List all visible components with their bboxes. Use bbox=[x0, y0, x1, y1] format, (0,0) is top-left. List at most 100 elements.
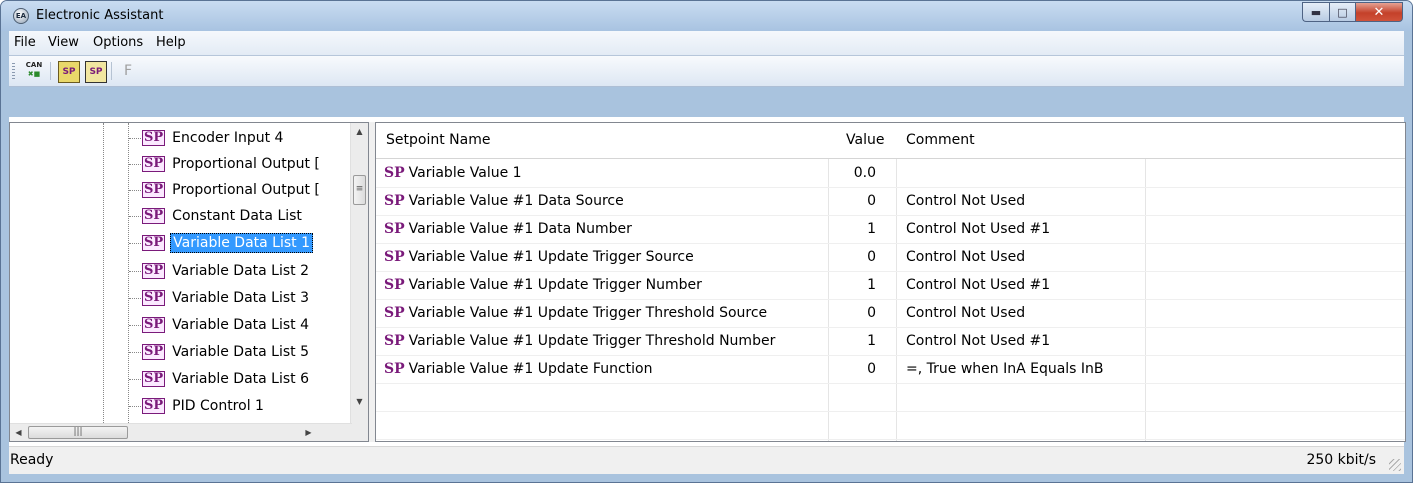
sp-icon: SP bbox=[142, 208, 166, 224]
minimize-button[interactable]: ▬ bbox=[1302, 2, 1329, 22]
sp-open-button[interactable]: SP bbox=[58, 61, 80, 83]
setpoint-name-cell: SP Variable Value #1 Data Number bbox=[384, 221, 632, 237]
grid-header: Setpoint Name Value Comment bbox=[376, 123, 1405, 159]
toolbar: CAN ✖■ SP SP F bbox=[9, 56, 1404, 87]
tree-item[interactable]: SP Variable Data List 5 bbox=[129, 339, 311, 365]
table-row-empty bbox=[376, 384, 1405, 412]
column-header-comment[interactable]: Comment bbox=[906, 132, 975, 148]
menu-view[interactable]: View bbox=[48, 35, 79, 50]
close-icon: ✕ bbox=[1373, 4, 1385, 20]
scroll-down-icon[interactable]: ▼ bbox=[351, 393, 368, 410]
menu-help[interactable]: Help bbox=[156, 35, 186, 50]
tree-view[interactable]: SP Encoder Input 4 SP Proportional Output … bbox=[9, 122, 369, 442]
tree-item-label: Variable Data List 4 bbox=[172, 317, 310, 333]
app-icon[interactable]: EA bbox=[13, 8, 29, 24]
toolbar-separator bbox=[50, 62, 51, 80]
table-row[interactable]: SP Variable Value 1 0.0 bbox=[376, 160, 1405, 188]
sp-icon: SP bbox=[142, 182, 166, 198]
table-row[interactable]: SP Variable Value #1 Update Trigger Thres… bbox=[376, 300, 1405, 328]
can-connect-button[interactable]: CAN ✖■ bbox=[24, 61, 44, 81]
sp-icon: SP bbox=[142, 398, 166, 414]
sp-icon: SP bbox=[142, 290, 166, 306]
setpoint-name-cell: SP Variable Value #1 Update Trigger Thres… bbox=[384, 333, 776, 349]
scroll-thumb[interactable]: ||| bbox=[28, 426, 128, 439]
minimize-icon: ▬ bbox=[1310, 5, 1322, 19]
table-row[interactable]: SP Variable Value #1 Update Function 0 =,… bbox=[376, 356, 1405, 384]
flash-button[interactable]: F bbox=[118, 61, 138, 81]
scroll-thumb[interactable]: ≡ bbox=[353, 175, 366, 205]
tree-item[interactable]: SP Proportional Output [ bbox=[129, 177, 322, 203]
can-connect-icon: CAN bbox=[25, 61, 43, 69]
table-row[interactable]: SP Variable Value #1 Update Trigger Thres… bbox=[376, 328, 1405, 356]
scroll-up-icon[interactable]: ▲ bbox=[351, 123, 368, 140]
tree-item-label: Proportional Output [ bbox=[172, 156, 320, 172]
tree-item[interactable]: SP Encoder Input 4 bbox=[129, 125, 285, 151]
tree-item-label: Encoder Input 4 bbox=[172, 130, 284, 146]
setpoint-name-cell: SP Variable Value #1 Update Trigger Thres… bbox=[384, 305, 768, 321]
tree-horizontal-scrollbar[interactable]: ◀ ||| ▶ bbox=[10, 423, 352, 441]
tree-item[interactable]: SP Variable Data List 2 bbox=[129, 258, 311, 284]
window-title: Electronic Assistant bbox=[36, 8, 164, 23]
tree-item[interactable]: SP PID Control 1 bbox=[129, 393, 266, 419]
tree-item-label: PID Control 1 bbox=[172, 398, 264, 414]
baud-rate-indicator: 250 kbit/s bbox=[1306, 452, 1376, 468]
value-cell[interactable]: 1 bbox=[828, 221, 876, 237]
column-header-value[interactable]: Value bbox=[846, 132, 884, 148]
tree-item[interactable]: SP Constant Data List bbox=[129, 203, 304, 229]
flash-icon: F bbox=[123, 63, 133, 79]
maximize-icon: □ bbox=[1337, 5, 1348, 19]
tree-item[interactable]: SP Proportional Output [ bbox=[129, 151, 322, 177]
sp-icon: SP bbox=[384, 221, 405, 237]
comment-cell: =, True when InA Equals InB bbox=[906, 361, 1104, 377]
tree-item-label: Variable Data List 5 bbox=[172, 344, 310, 360]
tree-item[interactable]: SP Variable Data List 4 bbox=[129, 312, 311, 338]
scroll-left-icon[interactable]: ◀ bbox=[10, 424, 27, 441]
setpoint-name-cell: SP Variable Value #1 Update Trigger Numbe… bbox=[384, 277, 702, 293]
sp-icon: SP bbox=[384, 249, 405, 265]
menu-options[interactable]: Options bbox=[93, 35, 143, 50]
value-cell[interactable]: 0.0 bbox=[828, 165, 876, 181]
tree-vertical-scrollbar[interactable]: ▲ ≡ ▼ bbox=[350, 123, 368, 424]
sp-icon: SP bbox=[142, 156, 166, 172]
value-cell[interactable]: 1 bbox=[828, 277, 876, 293]
setpoint-grid[interactable]: Setpoint Name Value Comment SP Variable V… bbox=[375, 122, 1406, 442]
value-cell[interactable]: 0 bbox=[828, 193, 876, 209]
title-bar[interactable]: EA Electronic Assistant ▬ □ ✕ bbox=[1, 1, 1412, 31]
sp-icon: SP bbox=[384, 277, 405, 293]
setpoint-name-cell: SP Variable Value 1 bbox=[384, 165, 522, 181]
value-cell[interactable]: 1 bbox=[828, 333, 876, 349]
table-row[interactable]: SP Variable Value #1 Update Trigger Numbe… bbox=[376, 272, 1405, 300]
sp-save-icon: SP bbox=[89, 67, 103, 77]
tree-item-label: Variable Data List 6 bbox=[172, 371, 310, 387]
table-row[interactable]: SP Variable Value #1 Data Source 0 Contro… bbox=[376, 188, 1405, 216]
sp-icon: SP bbox=[142, 130, 166, 146]
tree-item-label: Variable Data List 1 bbox=[170, 233, 314, 253]
maximize-button[interactable]: □ bbox=[1329, 2, 1355, 22]
window-controls: ▬ □ ✕ bbox=[1302, 2, 1403, 22]
value-cell[interactable]: 0 bbox=[828, 361, 876, 377]
comment-cell: Control Not Used #1 bbox=[906, 333, 1051, 349]
status-text: Ready bbox=[10, 452, 54, 468]
column-header-setpoint-name[interactable]: Setpoint Name bbox=[386, 132, 490, 148]
sp-icon: SP bbox=[384, 305, 405, 321]
comment-cell: Control Not Used bbox=[906, 249, 1026, 265]
value-cell[interactable]: 0 bbox=[828, 305, 876, 321]
tree-item[interactable]: SP Variable Data List 3 bbox=[129, 285, 311, 311]
close-button[interactable]: ✕ bbox=[1355, 2, 1403, 22]
scroll-right-icon[interactable]: ▶ bbox=[300, 424, 317, 441]
menu-file[interactable]: File bbox=[14, 35, 36, 50]
table-row[interactable]: SP Variable Value #1 Update Trigger Sourc… bbox=[376, 244, 1405, 272]
toolbar-grip[interactable] bbox=[12, 63, 15, 79]
comment-cell: Control Not Used bbox=[906, 305, 1026, 321]
tree-item[interactable]: SP Variable Data List 6 bbox=[129, 366, 311, 392]
comment-cell: Control Not Used #1 bbox=[906, 221, 1051, 237]
app-window: EA Electronic Assistant ▬ □ ✕ File View … bbox=[0, 0, 1413, 483]
resize-grip-icon[interactable] bbox=[1389, 459, 1401, 471]
comment-cell: Control Not Used bbox=[906, 193, 1026, 209]
table-row[interactable]: SP Variable Value #1 Data Number 1 Contro… bbox=[376, 216, 1405, 244]
sp-save-button[interactable]: SP bbox=[85, 61, 107, 83]
tree-item-label: Variable Data List 3 bbox=[172, 290, 310, 306]
tree-item-selected[interactable]: SP Variable Data List 1 bbox=[129, 230, 314, 256]
value-cell[interactable]: 0 bbox=[828, 249, 876, 265]
sp-icon: SP bbox=[384, 165, 405, 181]
